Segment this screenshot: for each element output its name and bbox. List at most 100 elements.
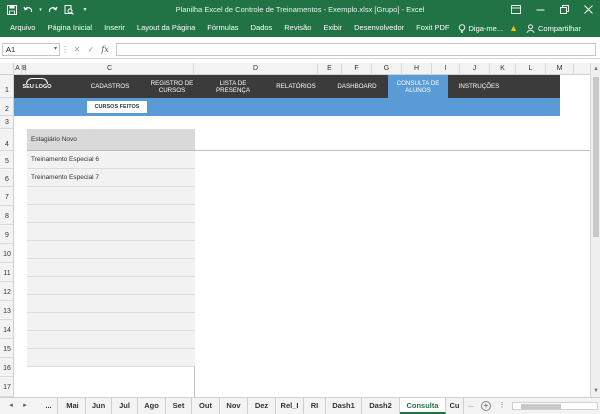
undo-dropdown-icon[interactable]: ▾ [38, 4, 43, 16]
add-sheet-icon[interactable]: + [481, 401, 491, 411]
scroll-thumb[interactable] [593, 77, 599, 237]
minimize-icon[interactable] [528, 0, 552, 19]
horizontal-scrollbar[interactable] [512, 402, 598, 410]
column-header[interactable]: A [14, 63, 22, 75]
column-header[interactable]: F [342, 63, 372, 75]
row-header[interactable]: 15 [0, 339, 14, 358]
tab-arquivo[interactable]: Arquivo [4, 19, 41, 37]
close-icon[interactable] [576, 0, 600, 19]
nav-cadastros[interactable]: CADASTROS [84, 75, 136, 98]
tab-pagina-inicial[interactable]: Página Inicial [41, 19, 98, 37]
row-header[interactable]: 1 [0, 75, 14, 98]
column-header[interactable]: H [402, 63, 432, 75]
row-header[interactable]: 4 [0, 129, 14, 151]
table-row[interactable] [27, 241, 195, 259]
column-header[interactable]: J [460, 63, 490, 75]
row-header[interactable]: 10 [0, 244, 14, 263]
sheet-tab-more[interactable]: ... [40, 398, 58, 414]
table-row[interactable] [27, 277, 195, 295]
more-tabs-button[interactable]: ... [464, 398, 478, 414]
nav-registro-de-cursos[interactable]: REGISTRO DE CURSOS [146, 75, 198, 98]
nav-dashboard[interactable]: DASHBOARD [332, 75, 382, 98]
row-header[interactable]: 13 [0, 301, 14, 320]
nav-consulta-de-alunos[interactable]: CONSULTA DE ALUNOS [388, 75, 448, 98]
restore-icon[interactable] [552, 0, 576, 19]
row-header[interactable]: 5 [0, 151, 14, 169]
formula-input[interactable] [116, 43, 596, 56]
table-row[interactable] [27, 331, 195, 349]
tab-foxit-pdf[interactable]: Foxit PDF [410, 19, 455, 37]
insert-function-icon[interactable]: fx [98, 45, 112, 54]
row-header[interactable]: 9 [0, 225, 14, 244]
column-header[interactable]: E [318, 63, 342, 75]
row-header[interactable]: 6 [0, 169, 14, 187]
sheet-tab[interactable]: Dash1 [326, 398, 362, 414]
worksheet-grid[interactable]: SEU LOGO CADASTROS REGISTRO DE CURSOS LI… [14, 75, 590, 397]
table-row[interactable] [27, 313, 195, 331]
cursos-feitos-button[interactable]: CURSOS FEITOS [87, 101, 147, 113]
nav-relatorios[interactable]: RELATÓRIOS [270, 75, 322, 98]
table-header[interactable]: Estagiário Novo [27, 129, 195, 151]
row-header[interactable]: 7 [0, 187, 14, 206]
name-box[interactable]: A1 ▾ [2, 43, 60, 56]
tell-me-box[interactable]: Diga-me... [458, 24, 503, 33]
sheet-tab[interactable]: Jun [86, 398, 112, 414]
sheet-tab[interactable]: Set [166, 398, 192, 414]
scroll-tabs-right-icon[interactable]: ▸ [20, 398, 30, 414]
print-preview-icon[interactable] [63, 4, 75, 16]
row-header[interactable]: 12 [0, 282, 14, 301]
enter-icon[interactable]: ✓ [84, 45, 98, 54]
ribbon-display-icon[interactable] [504, 0, 528, 19]
tab-dados[interactable]: Dados [245, 19, 279, 37]
row-header[interactable]: 14 [0, 320, 14, 339]
column-header[interactable]: G [372, 63, 402, 75]
sheet-tab-active[interactable]: Consulta [400, 398, 446, 414]
sheet-tab[interactable]: Ago [138, 398, 166, 414]
table-row[interactable] [27, 205, 195, 223]
tab-layout-da-pagina[interactable]: Layout da Página [131, 19, 201, 37]
scroll-down-icon[interactable]: ▼ [592, 387, 600, 395]
sheet-tab[interactable]: Out [192, 398, 220, 414]
column-header[interactable]: K [490, 63, 516, 75]
row-header[interactable]: 3 [0, 116, 14, 129]
row-header[interactable]: 8 [0, 206, 14, 225]
column-header[interactable]: D [194, 63, 318, 75]
qat-customize-icon[interactable]: ▾ [79, 4, 91, 16]
scroll-up-icon[interactable]: ▲ [592, 65, 600, 73]
chevron-down-icon[interactable]: ▾ [54, 44, 57, 55]
sheet-tab[interactable]: Mai [60, 398, 86, 414]
scroll-thumb[interactable] [521, 404, 561, 409]
table-row[interactable]: Treinamento Especial 7 [27, 169, 195, 187]
warning-icon[interactable]: ▲ [509, 23, 518, 33]
nav-lista-de-presenca[interactable]: LISTA DE PRESENÇA [210, 75, 256, 98]
cancel-icon[interactable]: ✕ [70, 45, 84, 54]
scroll-tabs-left-icon[interactable]: ◂ [6, 398, 16, 414]
table-row[interactable] [27, 295, 195, 313]
tabs-splitter-icon[interactable]: ⋮ [496, 398, 508, 414]
sheet-tab[interactable]: RI [304, 398, 326, 414]
table-row[interactable] [27, 187, 195, 205]
column-header[interactable]: C [26, 63, 194, 75]
sheet-tab[interactable]: Nov [220, 398, 248, 414]
sheet-tab[interactable]: Jul [112, 398, 138, 414]
column-header[interactable]: L [516, 63, 546, 75]
row-header[interactable]: 17 [0, 377, 14, 397]
undo-icon[interactable] [22, 4, 34, 16]
tab-revisao[interactable]: Revisão [278, 19, 317, 37]
save-icon[interactable] [6, 4, 18, 16]
row-header[interactable]: 11 [0, 263, 14, 282]
sheet-tab[interactable]: Cu [446, 398, 464, 414]
tab-exibir[interactable]: Exibir [317, 19, 348, 37]
row-header[interactable]: 2 [0, 98, 14, 116]
tab-inserir[interactable]: Inserir [98, 19, 131, 37]
vertical-scrollbar[interactable]: ▲ ▼ [590, 63, 600, 397]
redo-icon[interactable] [47, 4, 59, 16]
select-all-button[interactable] [0, 63, 14, 75]
sheet-tab[interactable]: Dez [248, 398, 276, 414]
table-row[interactable] [27, 259, 195, 277]
column-header[interactable]: I [432, 63, 460, 75]
sheet-tab[interactable]: Rel_I [276, 398, 304, 414]
sheet-tab[interactable]: Dash2 [362, 398, 400, 414]
table-row[interactable] [27, 223, 195, 241]
tab-formulas[interactable]: Fórmulas [201, 19, 244, 37]
